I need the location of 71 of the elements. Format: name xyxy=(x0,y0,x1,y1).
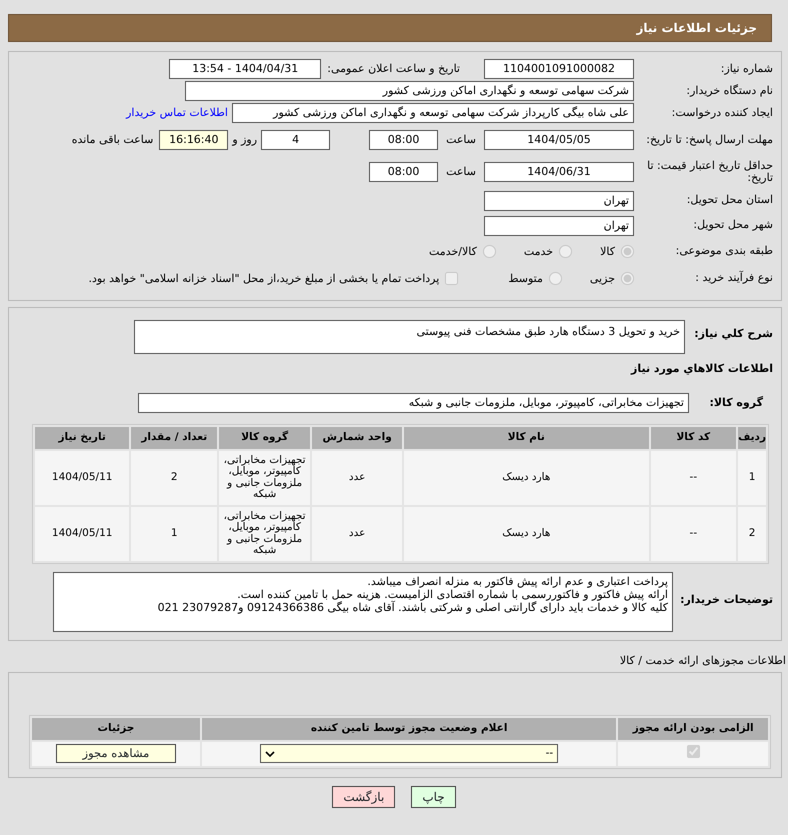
text-field[interactable]: 1104001091000082 xyxy=(484,59,634,79)
field-label: نام دستگاه خریدار: xyxy=(685,84,774,98)
column-header: گروه کالا xyxy=(219,426,310,449)
radio-label: جزیی xyxy=(590,272,615,286)
column-header: کد کالا xyxy=(650,426,736,449)
column-header: تعداد / مقدار xyxy=(131,426,218,449)
contact-link[interactable]: اطلاعات تماس خریدار xyxy=(126,106,228,120)
field-label: ساعت xyxy=(446,133,476,147)
status-select[interactable]: -- xyxy=(260,744,558,763)
field-label: روز و xyxy=(232,133,258,147)
text-field[interactable]: 4 xyxy=(261,130,330,150)
text-field[interactable]: 08:00 xyxy=(369,162,438,182)
notes-field[interactable]: پرداخت اعتباری و عدم ارائه پیش فاکتور به منزله انصراف میباشد. ارائه پیش فاکتور و فاکتوررسمی با شماره اقتصادی الزامیست. هزینه حمل با تامین کننده است. کلیه کالا و خدمات باید دارای گارانتی اصلی و شرکتی باشند. آقای شاه بیگی 09124366386 و23079287 021 xyxy=(53,572,673,632)
column-header: جزئیات xyxy=(32,718,200,740)
column-header: الزامی بودن ارائه مجوز xyxy=(618,718,768,740)
table-cell: تجهیزات مخابراتی، کامپیوتر، موبایل، ملزومات جانبی و شبکه xyxy=(219,506,310,561)
text-field[interactable]: 1404/05/05 xyxy=(484,130,634,150)
description-field[interactable]: خرید و تحویل 3 دستگاه هارد طبق مشخصات فنی پیوستی xyxy=(134,320,685,354)
print-button[interactable]: چاپ xyxy=(411,786,456,808)
table-cell: هارد دیسک xyxy=(404,450,649,505)
table-cell: عدد xyxy=(312,506,402,561)
field-label: تاریخ و ساعت اعلان عمومی: xyxy=(327,62,460,76)
radio-label: متوسط xyxy=(508,272,543,286)
field-label: شماره نیاز: xyxy=(720,62,774,76)
column-header: ردیف xyxy=(738,426,766,449)
field-label: طبقه بندی موضوعی: xyxy=(674,245,774,258)
table-cell: 2 xyxy=(131,450,218,505)
payment-note: پرداخت تمام یا بخشی از مبلغ خرید،از محل "اسناد خزانه اسلامی" خواهد بود. xyxy=(88,272,440,286)
field-label: حداقل تاریخ اعتبار قیمت: تا تاریخ: xyxy=(646,160,774,184)
chevron-down-icon xyxy=(265,750,276,758)
column-header: واحد شمارش xyxy=(312,426,402,449)
text-field[interactable]: تهران xyxy=(484,190,634,210)
text-field[interactable]: شرکت سهامی توسعه و نگهداری اماکن ورزشی کشور xyxy=(185,81,634,101)
field-label: ساعت باقی مانده xyxy=(72,133,154,147)
table-cell: هارد دیسک xyxy=(404,506,649,561)
column-header: تاریخ نیاز xyxy=(35,426,130,449)
field-label: شهر محل تحویل: xyxy=(692,219,774,232)
table-cell: -- xyxy=(650,450,736,505)
text-field[interactable]: تهران xyxy=(484,216,634,236)
field-label: گروه کالا: xyxy=(708,396,764,409)
table-cell: 1 xyxy=(131,506,218,561)
text-field[interactable]: تجهیزات مخابراتی، کامپیوتر، موبایل، ملزومات جانبی و شبکه xyxy=(138,392,689,413)
text-field[interactable]: 1404/06/31 xyxy=(484,162,634,182)
text-field[interactable]: 1404/04/31 - 13:54 xyxy=(169,59,322,79)
table-cell: تجهیزات مخابراتی، کامپیوتر، موبایل، ملزومات جانبی و شبکه xyxy=(219,450,310,505)
section-title: اطلاعات مجوزهای ارائه خدمت / کالا xyxy=(620,654,787,668)
text-field[interactable]: علی شاه بیگی کارپرداز شرکت سهامی توسعه و نگهداری اماکن ورزشی کشور xyxy=(232,103,634,123)
field-label: نوع فرآیند خرید : xyxy=(694,272,774,285)
table-cell: 1404/05/11 xyxy=(35,450,130,505)
field-label: مهلت ارسال پاسخ: تا تاریخ: xyxy=(645,134,774,146)
table-cell: عدد xyxy=(312,450,402,505)
table-cell: 2 xyxy=(738,506,766,561)
section-title: اطلاعات كالاهاي مورد نياز xyxy=(631,362,773,376)
field-label: ساعت xyxy=(446,165,476,179)
field-label: شرح كلي نياز: xyxy=(693,326,774,340)
table-cell: 1404/05/11 xyxy=(35,506,130,561)
radio-label: کالا/خدمت xyxy=(429,244,477,258)
page-header: جزئیات اطلاعات نیاز xyxy=(8,14,772,42)
field-label: توضیحات خریدار: xyxy=(679,592,774,606)
back-button[interactable]: بازگشت xyxy=(332,786,396,808)
field-label: ایجاد کننده درخواست: xyxy=(670,106,774,120)
field-label: استان محل تحویل: xyxy=(686,194,774,207)
table-cell: 1 xyxy=(738,450,766,505)
radio-label: کالا xyxy=(600,244,615,258)
column-header: اعلام وضعیت مجوز توسط تامین کننده xyxy=(202,718,616,740)
text-field[interactable]: 16:16:40 xyxy=(159,130,228,150)
column-header: نام کالا xyxy=(404,426,649,449)
radio-label: خدمت xyxy=(524,244,554,258)
text-field[interactable]: 08:00 xyxy=(369,130,438,150)
table-cell: -- xyxy=(650,506,736,561)
view-license-button[interactable]: مشاهده مجوز xyxy=(56,744,176,763)
